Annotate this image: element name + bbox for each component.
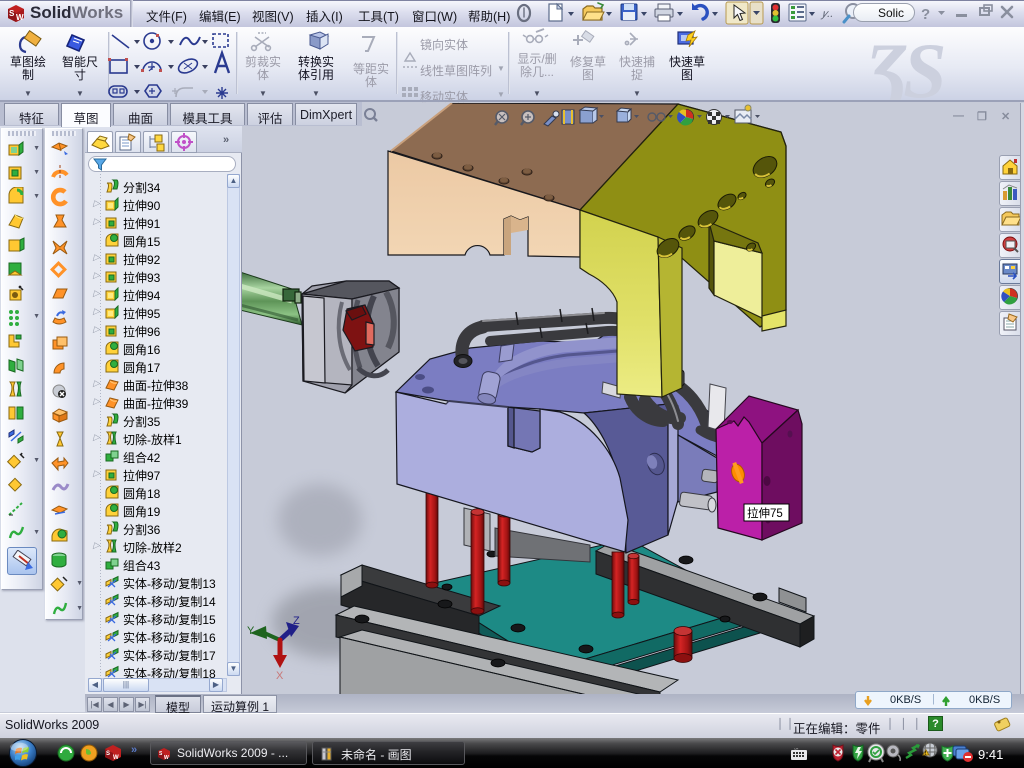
svg-text:»: » bbox=[131, 744, 137, 756]
svg-text:W: W bbox=[113, 755, 119, 761]
svg-text:?: ? bbox=[921, 6, 930, 23]
svg-text:X: X bbox=[276, 670, 284, 682]
svg-text:W: W bbox=[164, 755, 169, 761]
svg-text:𝑦..: 𝑦.. bbox=[820, 8, 833, 20]
svg-text:Y: Y bbox=[247, 625, 255, 637]
svg-text:拉伸75: 拉伸75 bbox=[747, 506, 783, 520]
svg-text:S: S bbox=[106, 751, 110, 757]
svg-text:CH: CH bbox=[794, 748, 798, 751]
svg-text:Z: Z bbox=[293, 615, 300, 627]
